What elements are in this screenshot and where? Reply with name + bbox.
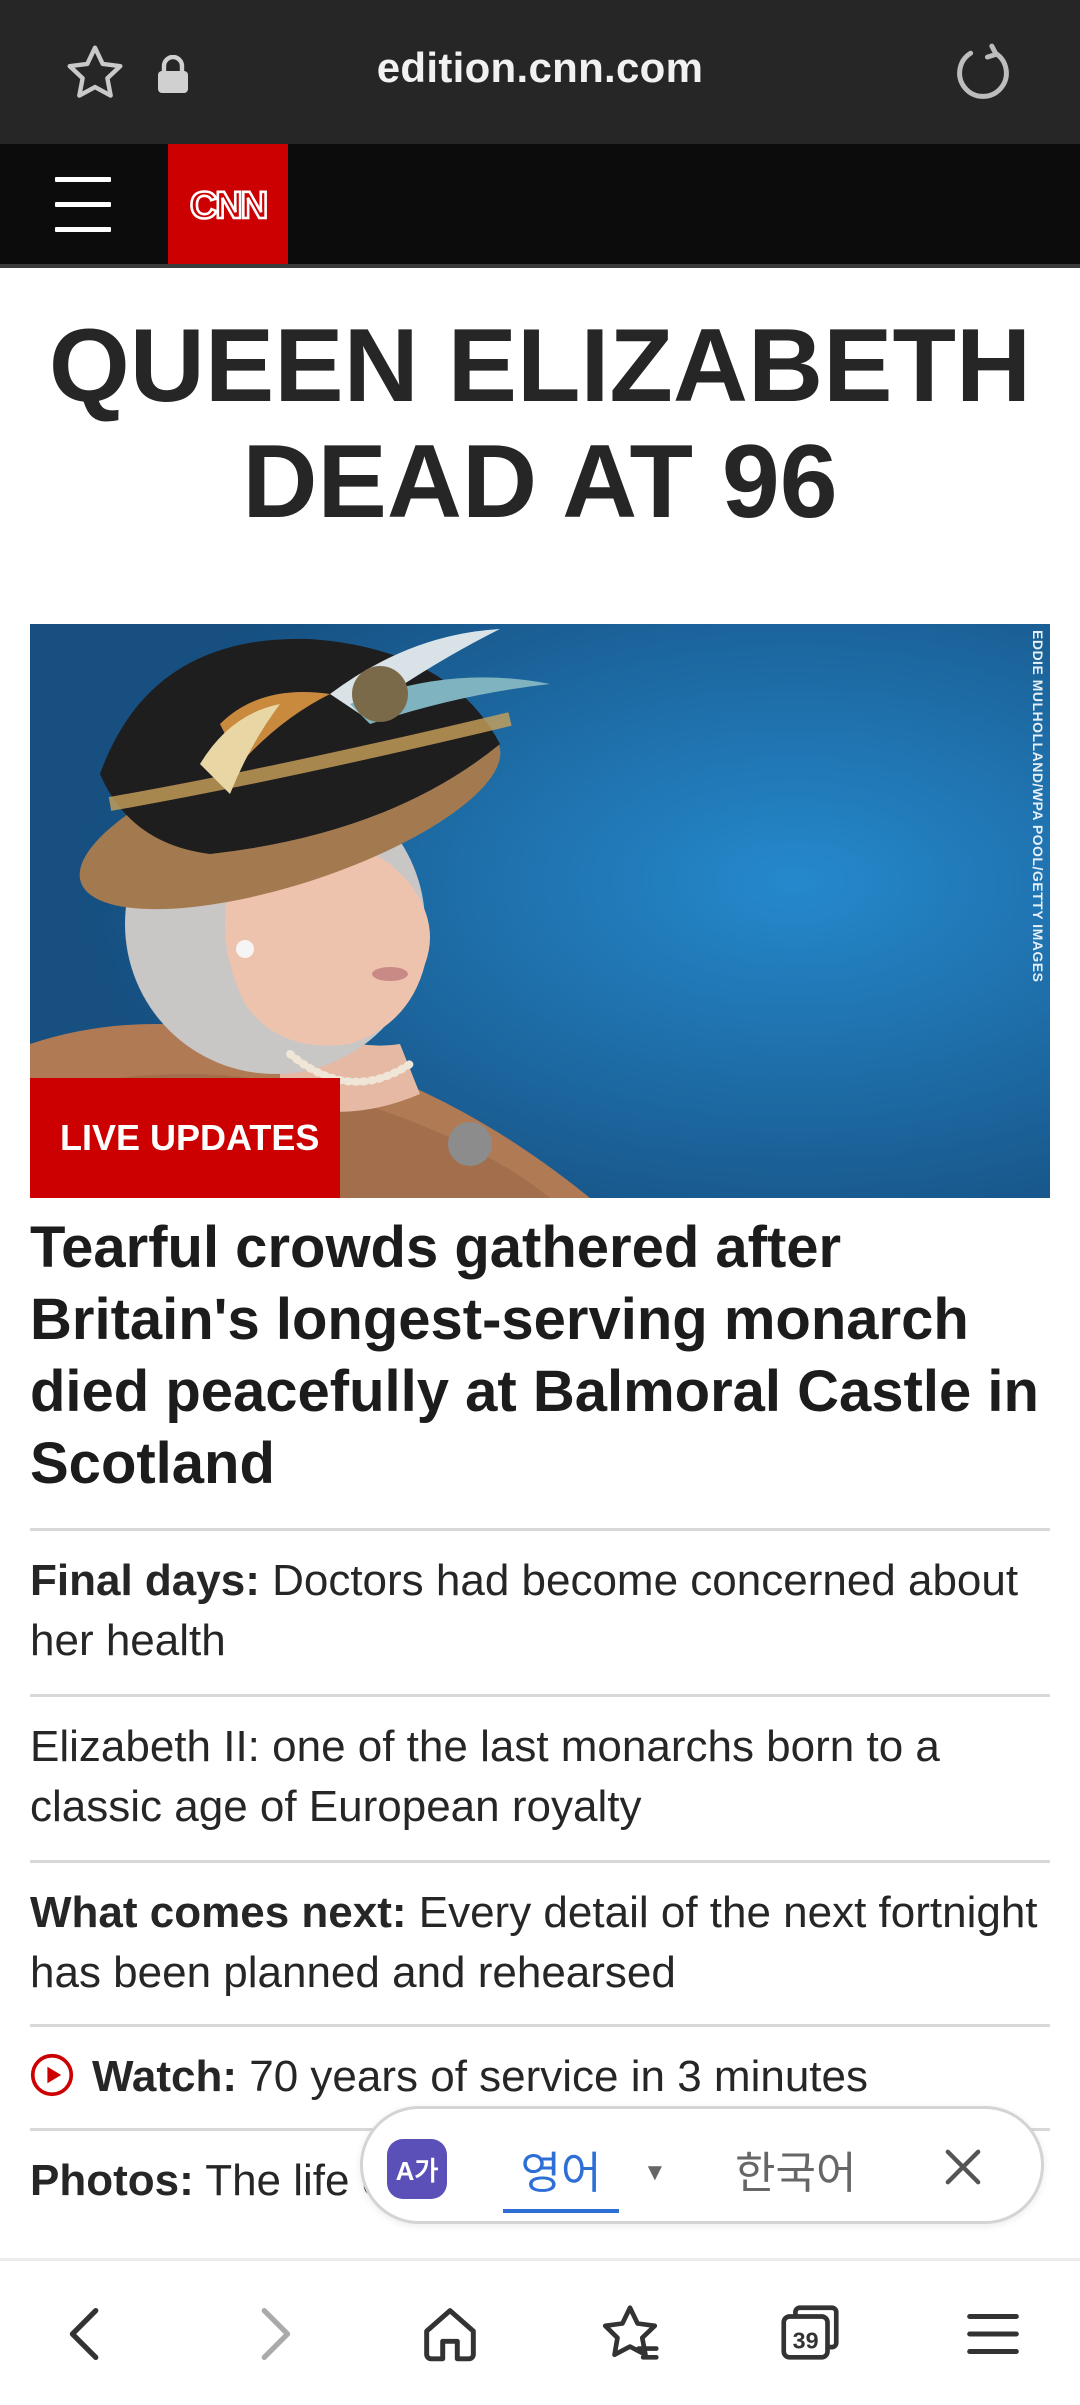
home-icon[interactable] [415, 2299, 485, 2369]
forward-icon[interactable] [238, 2299, 308, 2369]
cnn-logo[interactable]: CNN [168, 144, 288, 264]
story-label: What comes next: [30, 1888, 407, 1937]
story-text: 70 years of service in 3 minutes [237, 2052, 868, 2101]
site-header: CNN [0, 144, 1080, 268]
list-item[interactable]: What comes next: Every detail of the nex… [30, 1860, 1050, 2024]
main-headline[interactable]: QUEEN ELIZABETH DEAD AT 96 [0, 308, 1080, 540]
menu-icon[interactable] [958, 2299, 1028, 2369]
play-icon [30, 2053, 74, 2097]
language-dropdown-icon[interactable]: ▼ [643, 2159, 667, 2187]
bottom-navigation: 39 [0, 2258, 1080, 2405]
photo-credit: EDDIE MULHOLLAND/WPA POOL/GETTY IMAGES [1030, 630, 1046, 983]
list-item[interactable]: Elizabeth II: one of the last monarchs b… [30, 1694, 1050, 1860]
live-updates-badge[interactable]: LIVE UPDATES [30, 1078, 340, 1198]
headline-line-1: QUEEN ELIZABETH [48, 308, 1032, 424]
headline-line-2: DEAD AT 96 [242, 424, 838, 540]
translate-icon[interactable]: A가 [387, 2139, 447, 2199]
story-label: Watch: [92, 2052, 238, 2101]
story-label: Photos: [30, 2156, 194, 2205]
cnn-logo-mark: CNN [189, 184, 270, 226]
menu-hamburger-icon[interactable] [55, 177, 111, 232]
story-text: Elizabeth II: one of the last monarchs b… [30, 1722, 940, 1831]
close-icon[interactable] [937, 2141, 989, 2193]
address-bar-url[interactable]: edition.cnn.com [0, 44, 1080, 92]
tab-count: 39 [793, 2328, 819, 2354]
target-language-tab[interactable]: 한국어 [735, 2137, 856, 2201]
svg-text:CNN: CNN [190, 185, 266, 226]
source-language-tab[interactable]: 영어 [503, 2137, 619, 2213]
reload-icon[interactable] [950, 40, 1016, 106]
list-item[interactable]: Final days: Doctors had become concerned… [30, 1528, 1050, 1694]
lead-story-headline[interactable]: Tearful crowds gathered after Britain's … [30, 1212, 1060, 1500]
tabs-icon: 39 [781, 2305, 839, 2360]
translate-bar: A가 영어 ▼ 한국어 [360, 2106, 1044, 2224]
story-label: Final days: [30, 1556, 260, 1605]
browser-toolbar: edition.cnn.com [0, 0, 1080, 144]
back-icon[interactable] [52, 2299, 122, 2369]
tabs-button[interactable]: 39 [775, 2299, 845, 2369]
bookmarks-star-icon[interactable] [595, 2299, 665, 2369]
